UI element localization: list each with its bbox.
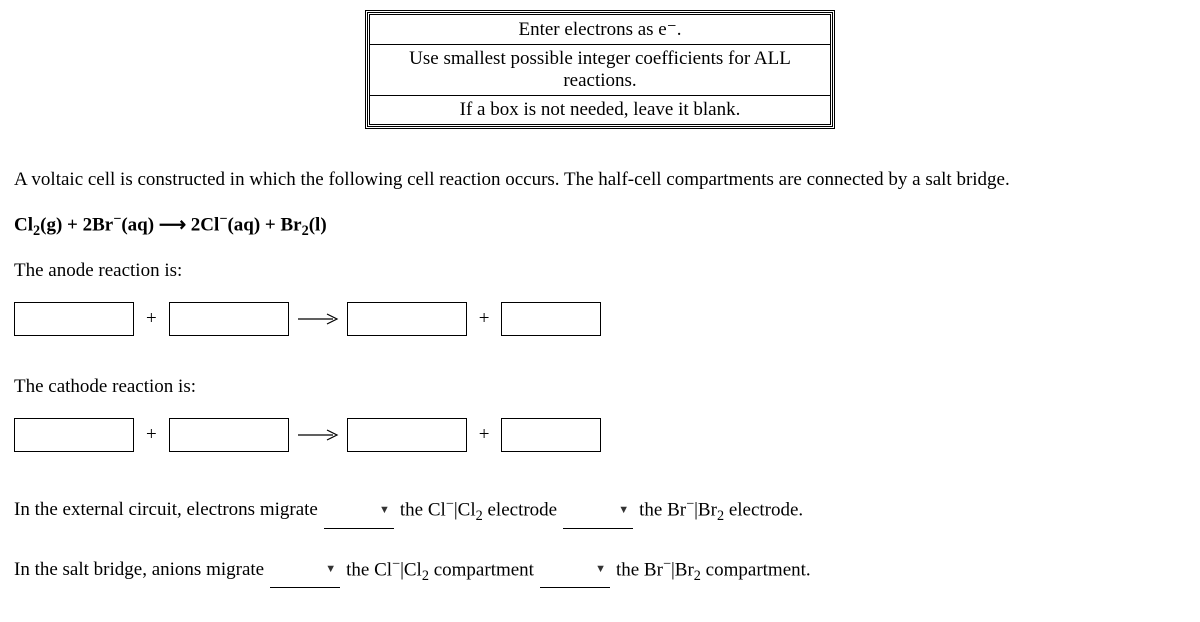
q1-prefix: In the external circuit, electrons migra… bbox=[14, 493, 318, 527]
plus-sign: + bbox=[142, 308, 161, 330]
cathode-product-1-input[interactable] bbox=[347, 418, 467, 452]
salt-bridge-question: In the salt bridge, anions migrate ▼ the… bbox=[14, 552, 1186, 590]
instruction-line-1: Enter electrons as e⁻. bbox=[370, 15, 831, 45]
cathode-label: The cathode reaction is: bbox=[14, 376, 1186, 398]
plus-sign: + bbox=[475, 424, 494, 446]
external-circuit-question: In the external circuit, electrons migra… bbox=[14, 492, 1186, 530]
instruction-line-3: If a box is not needed, leave it blank. bbox=[370, 96, 831, 125]
instruction-line-2: Use smallest possible integer coefficien… bbox=[370, 45, 831, 96]
cell-equation: Cl2(g) + 2Br−(aq) ⟶ 2Cl−(aq) + Br2(l) bbox=[14, 211, 1186, 240]
q2-direction-1-select[interactable] bbox=[270, 560, 340, 581]
q1-mid: the Cl−|Cl2 electrode bbox=[400, 492, 557, 530]
q1-direction-2-select[interactable] bbox=[563, 500, 633, 521]
instruction-box: Enter electrons as e⁻. Use smallest poss… bbox=[365, 10, 835, 129]
anode-product-2-input[interactable] bbox=[501, 302, 601, 336]
q2-mid: the Cl−|Cl2 compartment bbox=[346, 552, 534, 590]
q2-direction-2-select[interactable] bbox=[540, 560, 610, 581]
intro-text: A voltaic cell is constructed in which t… bbox=[14, 169, 1186, 191]
anode-label: The anode reaction is: bbox=[14, 260, 1186, 282]
anode-reactant-1-input[interactable] bbox=[14, 302, 134, 336]
cathode-reactant-2-input[interactable] bbox=[169, 418, 289, 452]
cathode-reactant-1-input[interactable] bbox=[14, 418, 134, 452]
q2-suffix: the Br−|Br2 compartment. bbox=[616, 552, 811, 590]
plus-sign: + bbox=[475, 308, 494, 330]
anode-reactant-2-input[interactable] bbox=[169, 302, 289, 336]
arrow-icon bbox=[297, 313, 339, 325]
anode-product-1-input[interactable] bbox=[347, 302, 467, 336]
q1-suffix: the Br−|Br2 electrode. bbox=[639, 492, 803, 530]
cathode-reaction-row: + + bbox=[14, 418, 1186, 452]
anode-reaction-row: + + bbox=[14, 302, 1186, 336]
arrow-icon bbox=[297, 429, 339, 441]
cathode-product-2-input[interactable] bbox=[501, 418, 601, 452]
q2-prefix: In the salt bridge, anions migrate bbox=[14, 553, 264, 587]
plus-sign: + bbox=[142, 424, 161, 446]
q1-direction-1-select[interactable] bbox=[324, 500, 394, 521]
